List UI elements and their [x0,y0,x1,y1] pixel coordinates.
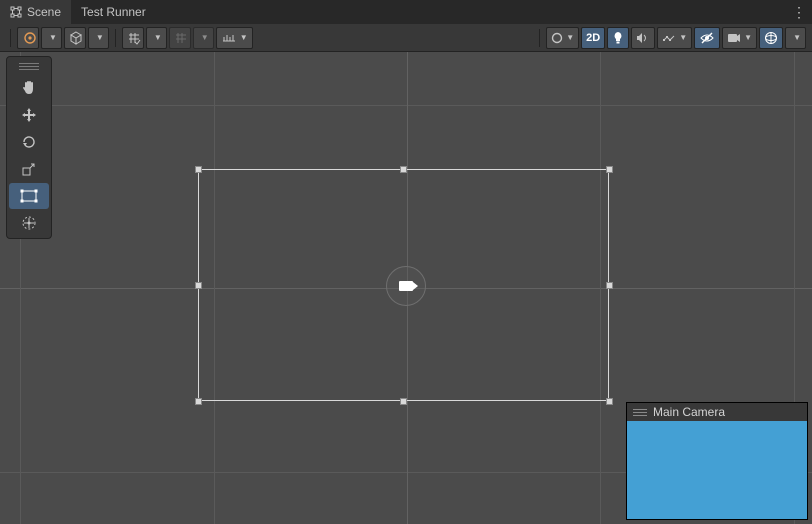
tab-scene[interactable]: Scene [0,0,71,24]
light-bulb-icon [612,31,624,45]
move-icon [20,106,38,124]
drag-grip-icon [633,409,647,416]
window-menu-icon[interactable]: ⋮ [792,4,806,21]
camera-settings-button[interactable]: ▼ [722,27,757,49]
cube-icon [69,31,83,45]
tab-test-runner[interactable]: Test Runner [71,0,156,24]
grid-dropdown[interactable]: ▼ [193,27,214,49]
rotate-icon [20,133,38,151]
tab-test-runner-label: Test Runner [81,5,146,19]
handle-tr[interactable] [606,166,613,173]
scale-icon [20,160,38,178]
hand-icon [20,79,38,97]
render-mode-button[interactable] [64,27,86,49]
grid-button[interactable] [169,27,191,49]
audio-toggle[interactable] [631,27,655,49]
increment-snap-button[interactable]: ▼ [216,27,253,49]
2d-label: 2D [586,32,600,44]
circle-icon [551,32,563,44]
move-tool[interactable] [9,102,49,128]
camera-preview-body [627,421,807,519]
handle-t[interactable] [400,166,407,173]
draw-mode-button[interactable] [17,27,39,49]
camera-icon [727,33,741,43]
camera-gizmo[interactable] [386,266,426,306]
handle-br[interactable] [606,398,613,405]
ruler-icon [221,32,237,44]
gizmos-button[interactable] [759,27,783,49]
shaded-icon [23,31,37,45]
hand-tool[interactable] [9,75,49,101]
handle-r[interactable] [606,282,613,289]
rect-icon [19,188,39,204]
handle-bl[interactable] [195,398,202,405]
debug-draw-button[interactable]: ▼ [546,27,579,49]
gizmos-dropdown[interactable]: ▼ [785,27,806,49]
tool-rail [6,56,52,239]
effects-toggle[interactable]: ▼ [657,27,692,49]
camera-preview-title: Main Camera [653,405,725,419]
grid-icon [174,31,188,45]
grid-snap-dropdown[interactable]: ▼ [146,27,167,49]
scene-viewport[interactable]: Main Camera [0,52,812,524]
transform-icon [20,214,38,232]
grid-snap-button[interactable] [122,27,144,49]
rect-tool[interactable] [9,183,49,209]
rail-grip[interactable] [15,59,43,74]
gizmo-icon [764,31,778,45]
grid-snap-icon [127,31,141,45]
2d-toggle[interactable]: 2D [581,27,605,49]
camera-gizmo-icon [399,281,413,291]
audio-icon [636,32,650,44]
draw-mode-dropdown[interactable]: ▼ [41,27,62,49]
scene-toolbar: ▼ ▼ ▼ ▼ ▼ ▼ 2D [0,24,812,52]
scene-icon [10,6,22,18]
handle-tl[interactable] [195,166,202,173]
effects-icon [662,32,676,44]
render-mode-dropdown[interactable]: ▼ [88,27,109,49]
camera-preview-header[interactable]: Main Camera [627,403,807,421]
lighting-toggle[interactable] [607,27,629,49]
tab-bar: Scene Test Runner ⋮ [0,0,812,24]
rotate-tool[interactable] [9,129,49,155]
transform-tool[interactable] [9,210,49,236]
tab-scene-label: Scene [27,5,61,19]
handle-l[interactable] [195,282,202,289]
scale-tool[interactable] [9,156,49,182]
camera-preview: Main Camera [626,402,808,520]
visibility-toggle[interactable] [694,27,720,49]
eye-off-icon [699,32,715,44]
handle-b[interactable] [400,398,407,405]
